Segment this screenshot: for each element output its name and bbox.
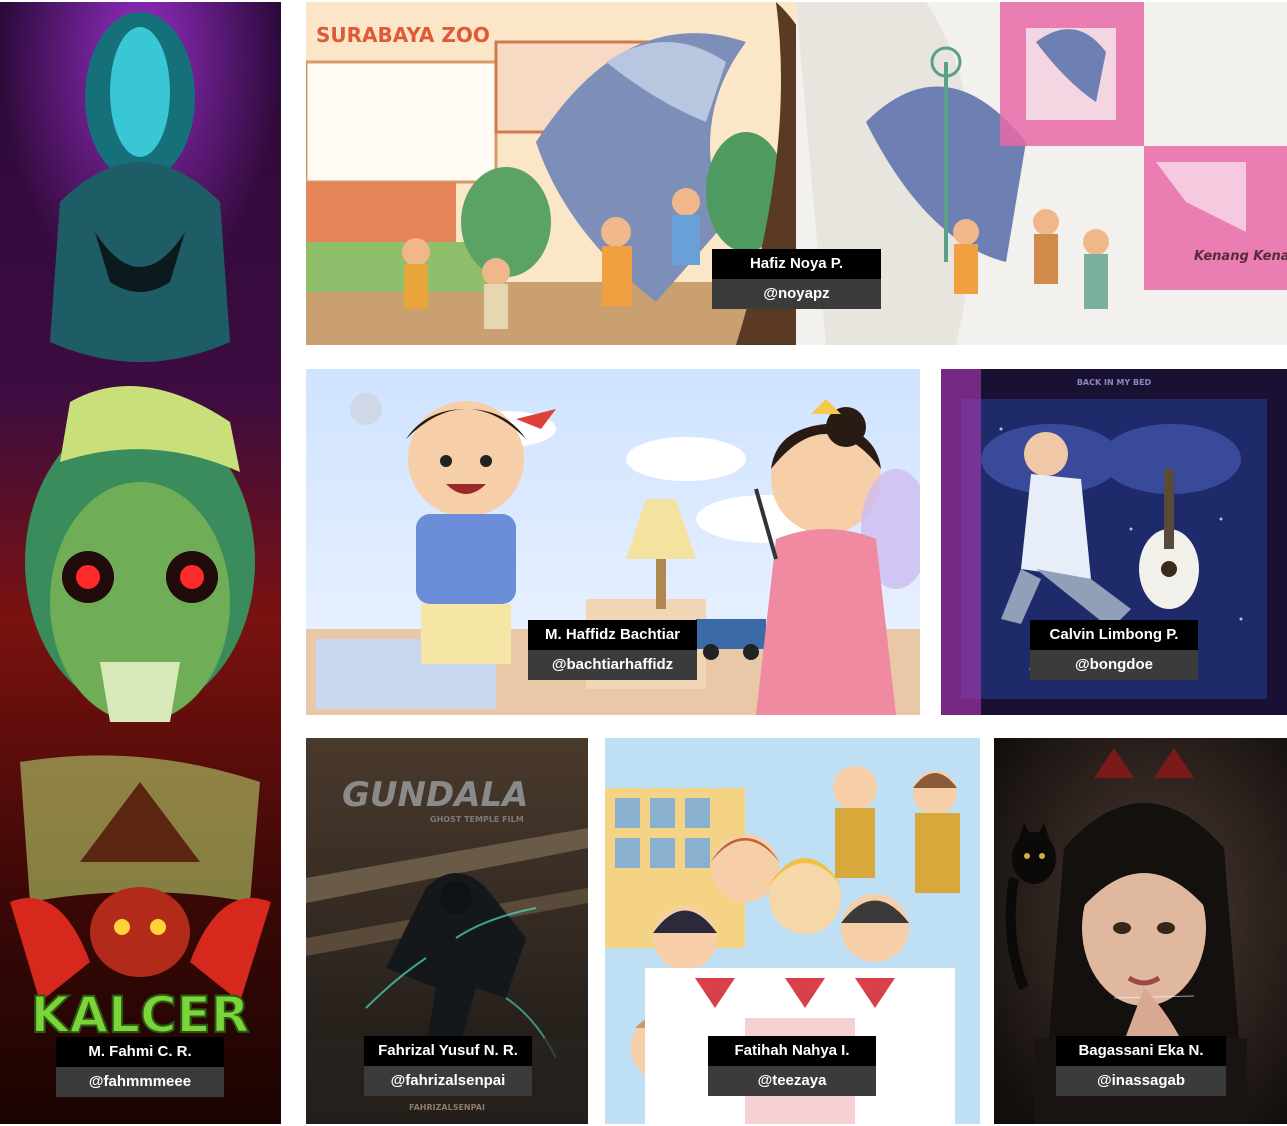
artist-name: M. Fahmi C. R. [56, 1037, 224, 1067]
artist-name: M. Haffidz Bachtiar [528, 620, 697, 650]
gundala-signature-lettering: FAHRIZALSENPAI [409, 1103, 485, 1112]
gundala-title-lettering: GUNDALA [342, 775, 529, 815]
artist-handle-link[interactable]: @noyapz [712, 279, 881, 309]
artwork-tile-kalcer[interactable]: KALCER M. Fahmi C. R. @fahmmmeee [0, 2, 281, 1124]
kalcer-lettering: KALCER [31, 986, 250, 1044]
artist-handle-link[interactable]: @fahmmmeee [56, 1067, 224, 1097]
credit-zoo: Hafiz Noya P. @noyapz [712, 249, 881, 309]
artist-handle-link[interactable]: @bongdoe [1030, 650, 1198, 680]
artist-handle-link[interactable]: @teezaya [708, 1066, 876, 1096]
credit-gundala: Fahrizal Yusuf N. R. @fahrizalsenpai [364, 1036, 532, 1096]
credit-fairy-box: M. Haffidz Bachtiar @bachtiarhaffidz [528, 620, 697, 680]
artist-handle-link[interactable]: @inassagab [1056, 1066, 1226, 1096]
credit-kalcer: M. Fahmi C. R. @fahmmmeee [56, 1037, 224, 1097]
artwork-tile-zoo[interactable]: SURABAYA ZOO Kenang Kenangan Hafiz Noya … [306, 2, 1287, 345]
artist-name: Fatihah Nahya I. [708, 1036, 876, 1066]
artwork-tile-gundala[interactable]: GUNDALA GHOST TEMPLE FILM FAHRIZALSENPAI… [306, 738, 588, 1124]
artist-handle-link[interactable]: @fahrizalsenpai [364, 1066, 532, 1096]
gundala-subtitle-lettering: GHOST TEMPLE FILM [430, 815, 524, 824]
artist-name: Hafiz Noya P. [712, 249, 881, 279]
artwork-tile-school[interactable]: Fatihah Nahya I. @teezaya [605, 738, 980, 1124]
credit-bed: Calvin Limbong P. @bongdoe [1030, 620, 1198, 680]
artwork-tile-fairy[interactable]: M. Haffidz Bachtiar @bachtiarhaffidz [306, 369, 920, 715]
kenangan-lettering: Kenang Kenangan [1194, 249, 1287, 264]
artist-name: Bagassani Eka N. [1056, 1036, 1226, 1066]
artwork-tile-portrait[interactable]: Bagassani Eka N. @inassagab [994, 738, 1287, 1124]
zoo-sign-lettering: SURABAYA ZOO [316, 23, 490, 47]
artwork-tile-bed[interactable]: BACK IN MY BED Calvin Limbong P. @bongdo… [941, 369, 1287, 715]
credit-portrait: Bagassani Eka N. @inassagab [1056, 1036, 1226, 1096]
bed-lettering: BACK IN MY BED [1077, 378, 1152, 387]
artist-name: Fahrizal Yusuf N. R. [364, 1036, 532, 1066]
artist-name: Calvin Limbong P. [1030, 620, 1198, 650]
artist-handle-link[interactable]: @bachtiarhaffidz [528, 650, 697, 680]
artwork-image-kalcer: KALCER [0, 2, 281, 1124]
credit-school: Fatihah Nahya I. @teezaya [708, 1036, 876, 1096]
